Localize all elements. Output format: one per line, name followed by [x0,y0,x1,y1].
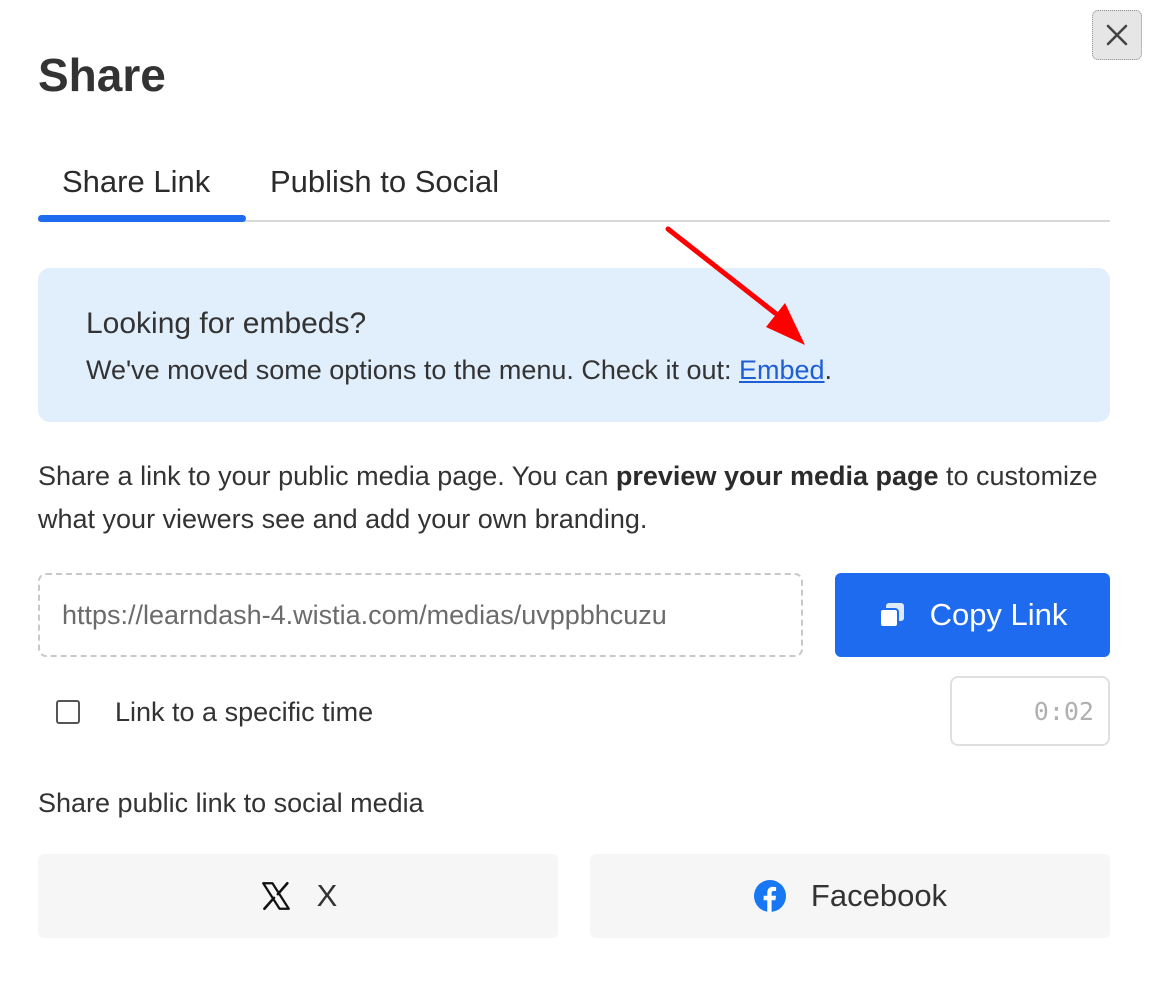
notice-body-text: We've moved some options to the menu. Ch… [86,355,739,385]
specific-time-checkbox[interactable] [56,700,80,724]
specific-time-label: Link to a specific time [115,697,374,727]
description-bold: preview your media page [615,461,939,491]
tab-bar: Share Link Publish to Social [38,150,1110,222]
close-button[interactable] [1092,10,1142,60]
copy-icon [878,601,906,629]
description-text: Share a link to your public media page. … [38,461,616,491]
x-logo-icon [259,879,293,913]
embed-notice: Looking for embeds? We've moved some opt… [38,268,1110,422]
active-tab-indicator [38,215,246,222]
share-dialog: Share Share Link Publish to Social Looki… [0,0,1162,986]
notice-body: We've moved some options to the menu. Ch… [86,354,832,386]
tab-share-link[interactable]: Share Link [62,162,210,202]
copy-link-label: Copy Link [929,597,1068,632]
notice-title: Looking for embeds? [86,307,367,340]
close-icon [1106,24,1128,46]
copy-link-button[interactable]: Copy Link [835,573,1110,657]
tab-publish-to-social[interactable]: Publish to Social [270,162,499,202]
share-url-field[interactable]: https://learndash-4.wistia.com/medias/uv… [38,573,803,657]
time-input[interactable]: 0:02 [950,676,1110,746]
share-x-label: X [316,878,338,913]
share-facebook-button[interactable]: Facebook [590,854,1110,938]
facebook-icon [753,879,787,913]
share-description: Share a link to your public media page. … [38,455,1110,541]
dialog-title: Share [38,49,166,101]
share-facebook-label: Facebook [810,878,948,913]
embed-link[interactable]: Embed [739,355,825,385]
social-heading: Share public link to social media [38,788,424,818]
share-x-button[interactable]: X [38,854,558,938]
notice-body-suffix: . [824,355,833,385]
